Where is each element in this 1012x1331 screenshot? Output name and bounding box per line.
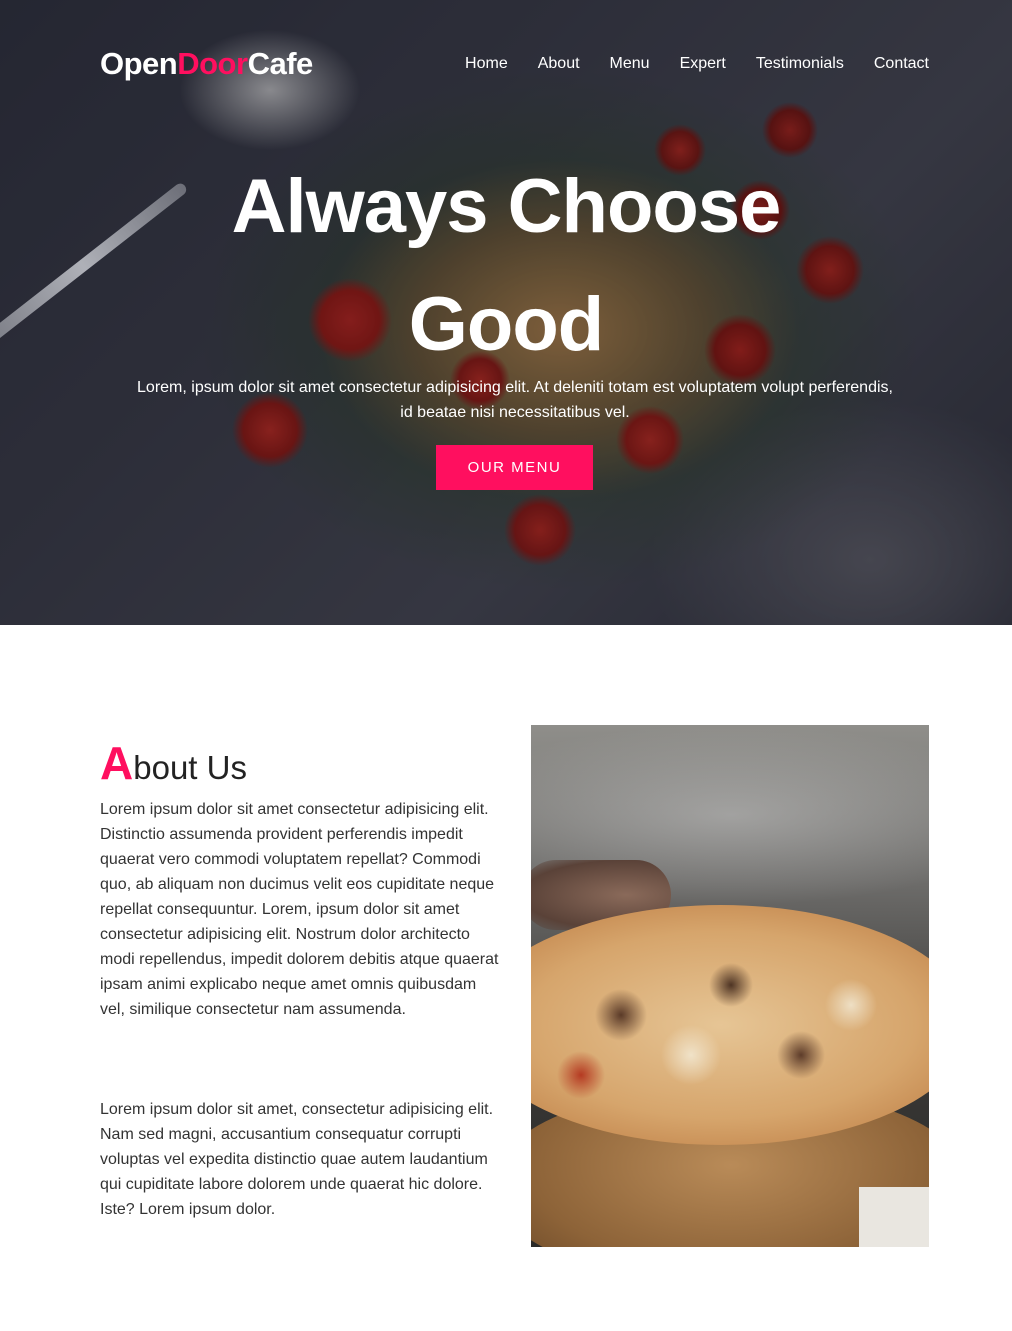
site-logo[interactable]: OpenDoorCafe (100, 46, 313, 82)
nav-item-home[interactable]: Home (465, 55, 508, 73)
nav-item-about[interactable]: About (538, 55, 580, 73)
hero-title: Always Choose Good (231, 164, 782, 367)
nav-item-testimonials[interactable]: Testimonials (756, 55, 844, 73)
nav-item-contact[interactable]: Contact (874, 55, 929, 73)
about-title: About Us (100, 736, 247, 790)
our-menu-button[interactable]: OUR MENU (436, 445, 593, 490)
main-nav: Home About Menu Expert Testimonials Cont… (465, 55, 929, 73)
logo-text-open: Open (100, 46, 178, 81)
logo-text-door: Door (177, 46, 248, 81)
logo-text-cafe: Cafe (247, 46, 314, 81)
hero-description: Lorem, ipsum dolor sit amet consectetur … (137, 379, 893, 421)
about-paragraph-2: Lorem ipsum dolor sit amet, consectetur … (100, 1101, 494, 1218)
nav-item-menu[interactable]: Menu (610, 55, 650, 73)
nav-item-expert[interactable]: Expert (680, 55, 726, 73)
about-title-rest: bout Us (133, 749, 247, 786)
hero-section: OpenDoorCafe Home About Menu Expert Test… (0, 0, 1012, 625)
pizza-photo (531, 725, 929, 1247)
about-title-initial: A (100, 737, 134, 789)
about-paragraph-1: Lorem ipsum dolor sit amet consectetur a… (100, 801, 499, 1018)
